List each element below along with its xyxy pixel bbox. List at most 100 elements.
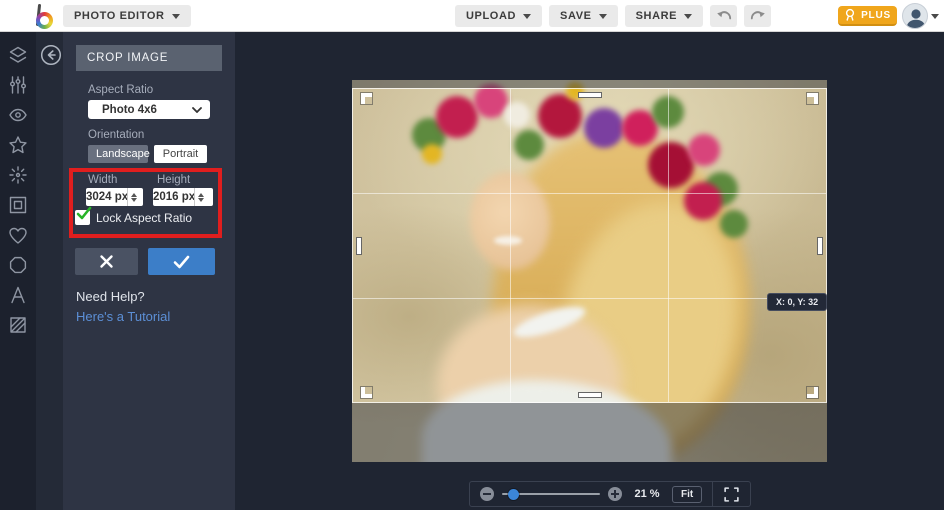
- width-input[interactable]: [86, 191, 127, 203]
- zoom-percentage: 21 %: [634, 488, 660, 500]
- plus-label: PLUS: [861, 9, 891, 21]
- crop-handle-right[interactable]: [817, 236, 823, 255]
- crop-panel: CROP IMAGE Aspect Ratio Photo 4x6 Orient…: [63, 32, 235, 510]
- height-stepper[interactable]: [194, 188, 207, 206]
- back-arrow-icon: [40, 44, 62, 66]
- redo-button[interactable]: [744, 5, 772, 27]
- crop-handle-bottom-left[interactable]: [361, 381, 378, 398]
- undo-icon: [716, 11, 731, 20]
- crop-outside-overlay: [352, 403, 827, 462]
- tool-effects[interactable]: [0, 100, 36, 130]
- portrait-button[interactable]: Portrait: [154, 145, 207, 163]
- heart-icon: [9, 227, 27, 244]
- width-field[interactable]: [86, 188, 143, 206]
- crop-handle-left[interactable]: [356, 236, 362, 255]
- befunky-logo[interactable]: [33, 3, 58, 29]
- top-bar: PHOTO EDITOR UPLOAD SAVE SHARE PLUS: [0, 0, 944, 32]
- height-input[interactable]: [153, 191, 194, 203]
- orientation-label: Orientation: [88, 129, 145, 141]
- editor-canvas: X: 0, Y: 32 21 % Fit: [235, 32, 944, 510]
- confirm-row: [75, 248, 215, 275]
- crop-handle-top[interactable]: [577, 92, 602, 98]
- zoom-in-button[interactable]: [608, 487, 622, 501]
- photo-editor-menu-button[interactable]: PHOTO EDITOR: [63, 5, 191, 27]
- hatched-square-icon: [10, 317, 26, 333]
- crop-handle-top-left[interactable]: [361, 93, 378, 110]
- zoom-out-button[interactable]: [480, 487, 494, 501]
- undo-button[interactable]: [710, 5, 738, 27]
- step-down-icon: [198, 197, 204, 202]
- medal-icon: [845, 8, 855, 21]
- zoom-slider[interactable]: [502, 487, 600, 501]
- redo-icon: [750, 11, 765, 20]
- caret-down-icon: [684, 13, 693, 19]
- divider: [712, 481, 714, 507]
- checkmark-icon: [76, 206, 92, 220]
- eye-icon: [9, 108, 27, 122]
- grid-line: [668, 89, 669, 402]
- height-field[interactable]: [153, 188, 213, 206]
- upload-label: UPLOAD: [466, 10, 517, 22]
- orientation-toggle: Landscape Portrait: [88, 145, 207, 163]
- topbar-actions: UPLOAD SAVE SHARE: [455, 5, 772, 27]
- crop-outside-overlay: [352, 80, 827, 88]
- photo-woman-flower-crown[interactable]: X: 0, Y: 32: [352, 80, 827, 462]
- need-help-text: Need Help?: [76, 289, 145, 304]
- panel-back-strip: [36, 32, 63, 510]
- landscape-button[interactable]: Landscape: [88, 145, 150, 163]
- crop-handle-bottom[interactable]: [577, 392, 602, 398]
- tool-text[interactable]: [0, 280, 36, 310]
- crop-handle-bottom-right[interactable]: [801, 381, 818, 398]
- caret-down-icon: [598, 13, 607, 19]
- grid-line: [353, 298, 826, 299]
- lock-aspect-checkbox[interactable]: [75, 206, 92, 225]
- plus-upgrade-button[interactable]: PLUS: [838, 6, 897, 26]
- letter-a-icon: [11, 286, 25, 304]
- cursor-coordinates-tooltip: X: 0, Y: 32: [767, 293, 827, 311]
- user-caret-down-icon[interactable]: [931, 14, 939, 19]
- share-label: SHARE: [635, 10, 678, 22]
- step-up-icon: [198, 192, 204, 197]
- logo-rainbow-bowl: [36, 12, 53, 29]
- save-label: SAVE: [560, 10, 592, 22]
- tutorial-link[interactable]: Here's a Tutorial: [76, 309, 170, 324]
- save-button[interactable]: SAVE: [549, 5, 618, 27]
- seal-badge-icon: [9, 256, 27, 274]
- tool-frames[interactable]: [0, 190, 36, 220]
- aspect-ratio-label: Aspect Ratio: [88, 84, 154, 96]
- share-button[interactable]: SHARE: [624, 5, 704, 27]
- sliders-icon: [10, 76, 26, 94]
- expand-icon: [724, 486, 739, 502]
- sparkle-burst-icon: [9, 166, 27, 184]
- back-button[interactable]: [40, 44, 62, 66]
- tool-rail: [0, 32, 36, 510]
- tool-artsy[interactable]: [0, 130, 36, 160]
- avatar[interactable]: [902, 3, 928, 29]
- zoom-slider-thumb[interactable]: [508, 489, 519, 500]
- upload-button[interactable]: UPLOAD: [455, 5, 543, 27]
- aspect-ratio-select[interactable]: Photo 4x6: [88, 100, 210, 119]
- fullscreen-button[interactable]: [723, 486, 740, 503]
- aspect-ratio-value: Photo 4x6: [102, 103, 157, 116]
- checkmark-icon: [173, 255, 190, 268]
- apply-crop-button[interactable]: [148, 248, 215, 275]
- photo-editor-menu-label: PHOTO EDITOR: [74, 10, 165, 22]
- x-icon: [100, 255, 113, 268]
- width-label: Width: [88, 174, 118, 186]
- tool-touchup[interactable]: [0, 160, 36, 190]
- tool-patterns[interactable]: [0, 310, 36, 340]
- crop-box[interactable]: [352, 88, 827, 403]
- crop-handle-top-right[interactable]: [801, 93, 818, 110]
- tool-overlays[interactable]: [0, 220, 36, 250]
- tool-textures[interactable]: [0, 250, 36, 280]
- tool-layers[interactable]: [0, 40, 36, 70]
- cancel-crop-button[interactable]: [75, 248, 138, 275]
- step-down-icon: [131, 197, 137, 202]
- width-stepper[interactable]: [127, 188, 140, 206]
- grid-line: [353, 193, 826, 194]
- fit-button[interactable]: Fit: [672, 485, 703, 503]
- caret-down-icon: [171, 13, 180, 19]
- tool-adjust[interactable]: [0, 70, 36, 100]
- lock-aspect-label: Lock Aspect Ratio: [96, 210, 193, 225]
- star-icon: [9, 136, 27, 154]
